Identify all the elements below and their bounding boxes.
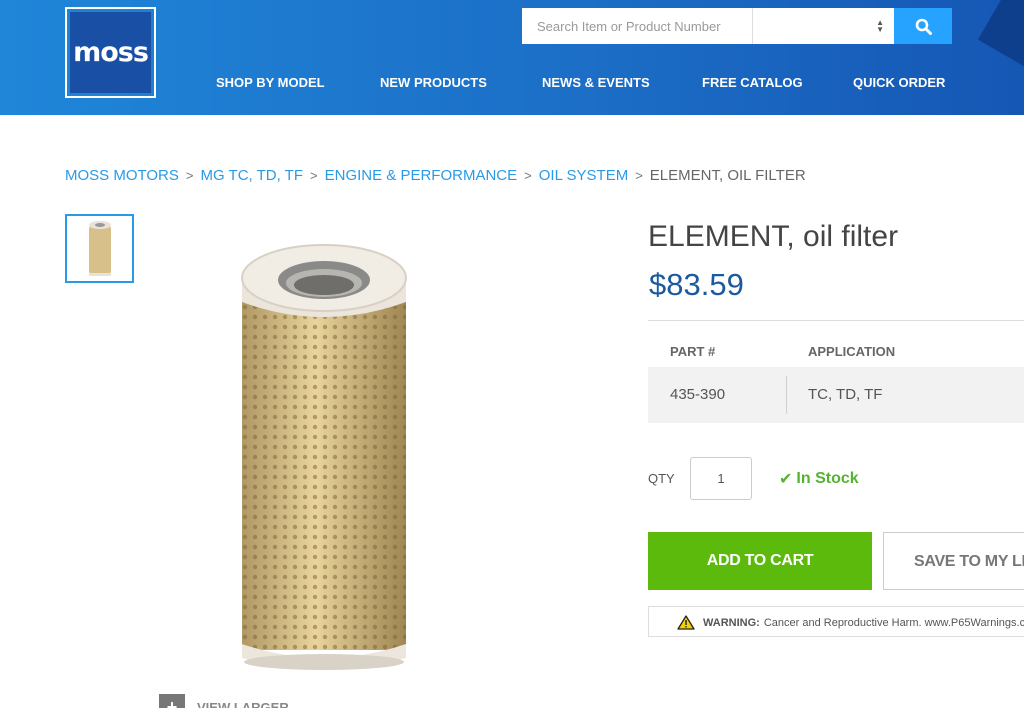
nav-quick-order[interactable]: QUICK ORDER (853, 75, 945, 90)
prop65-warning: WARNING: Cancer and Reproductive Harm. w… (648, 606, 1024, 637)
view-larger-button[interactable]: + VIEW LARGER (159, 694, 289, 708)
application-cell: TC, TD, TF (808, 386, 883, 403)
nav-new-products[interactable]: NEW PRODUCTS (380, 75, 487, 90)
site-header: moss ▲▼ SHOP BY MODEL NEW PRODUCTS NEWS … (0, 0, 1024, 115)
breadcrumb-separator: > (310, 168, 318, 183)
search-category-select[interactable]: ▲ ▼ (753, 8, 894, 44)
divider (648, 320, 1024, 321)
qty-label: QTY (648, 471, 675, 486)
product-main-image[interactable] (230, 232, 550, 672)
save-to-list-label: SAVE TO MY LIST (914, 553, 1024, 570)
breadcrumb-moss-motors[interactable]: MOSS MOTORS (65, 167, 179, 184)
nav-shop-by-model[interactable]: SHOP BY MODEL (216, 75, 325, 90)
nav-news-events[interactable]: NEWS & EVENTS (542, 75, 650, 90)
breadcrumb-engine-performance[interactable]: ENGINE & PERFORMANCE (325, 167, 518, 184)
breadcrumb-separator: > (185, 168, 194, 183)
add-to-cart-button[interactable]: ADD TO CART (648, 532, 872, 590)
breadcrumb-oil-system[interactable]: OIL SYSTEM (539, 167, 628, 184)
breadcrumb-current: ELEMENT, OIL FILTER (649, 167, 806, 184)
table-row: 435-390 TC, TD, TF (648, 367, 1024, 423)
logo-text: moss (73, 37, 149, 68)
search-input[interactable] (522, 8, 752, 44)
column-header-part: PART # (670, 344, 716, 359)
column-header-application: APPLICATION (808, 344, 896, 359)
product-price: $83.59 (649, 267, 744, 302)
search-box (522, 8, 753, 44)
warning-text: Cancer and Reproductive Harm. www.P65War… (763, 616, 1024, 629)
select-arrows-icon: ▲ ▼ (876, 18, 884, 34)
breadcrumb-separator: > (635, 168, 643, 183)
view-larger-label: VIEW LARGER (197, 699, 289, 708)
cell-divider (786, 376, 787, 414)
moss-logo[interactable]: moss (65, 7, 156, 98)
breadcrumb: MOSS MOTORS > MG TC, TD, TF > ENGINE & P… (65, 167, 806, 184)
save-to-list-button[interactable]: SAVE TO MY LIST (883, 532, 1024, 590)
header-corner-shade (978, 0, 1024, 70)
quantity-input[interactable] (690, 457, 752, 500)
parts-table-header: PART # APPLICATION (648, 333, 1024, 367)
product-thumbnail[interactable] (65, 214, 134, 283)
stock-status: ✔ In Stock (779, 469, 859, 489)
part-number-cell: 435-390 (670, 386, 726, 403)
logo-badge: moss (70, 12, 151, 93)
plus-icon: + (159, 694, 185, 708)
breadcrumb-mg-tc-td-tf[interactable]: MG TC, TD, TF (201, 167, 304, 184)
search-button[interactable] (894, 8, 952, 44)
product-title: ELEMENT, oil filter (648, 220, 899, 253)
warning-triangle-icon (677, 615, 695, 630)
checkmark-icon: ✔ (779, 471, 793, 488)
breadcrumb-separator: > (524, 168, 532, 183)
oil-filter-thumbnail-image (88, 220, 111, 276)
warning-label: WARNING: (703, 616, 760, 629)
nav-free-catalog[interactable]: FREE CATALOG (702, 75, 803, 90)
stock-text: In Stock (796, 470, 859, 487)
search-icon (915, 18, 932, 35)
